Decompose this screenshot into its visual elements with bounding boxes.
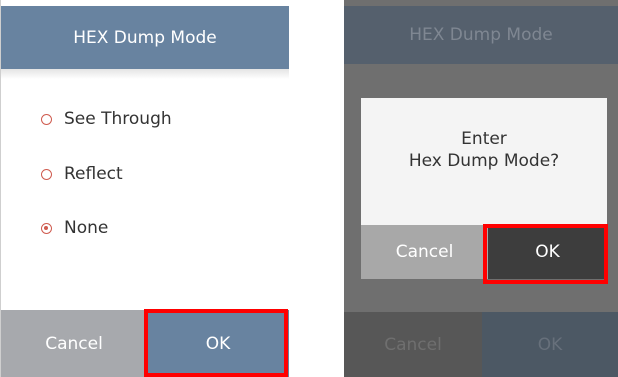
header-shadow bbox=[1, 69, 289, 79]
ok-highlight-box bbox=[144, 309, 288, 377]
dialog-message-line2: Hex Dump Mode? bbox=[408, 151, 560, 171]
option-reflect[interactable]: Reflect bbox=[41, 164, 123, 184]
radio-unchecked-icon bbox=[41, 168, 52, 180]
radio-unchecked-icon bbox=[41, 113, 52, 125]
radio-checked-icon bbox=[41, 222, 52, 234]
option-label: Reflect bbox=[64, 164, 123, 184]
bottom-button-bar-dimmed: Cancel OK bbox=[344, 312, 618, 377]
dialog-message: Enter Hex Dump Mode? bbox=[361, 128, 607, 172]
screen-header: HEX Dump Mode bbox=[1, 6, 289, 69]
screen-title: HEX Dump Mode bbox=[73, 27, 217, 48]
cancel-button-dimmed: Cancel bbox=[344, 312, 482, 377]
option-label: See Through bbox=[64, 109, 172, 129]
confirm-screen: HEX Dump Mode Cancel OK Enter Hex Dump M… bbox=[344, 0, 618, 377]
cancel-button[interactable]: Cancel bbox=[1, 310, 147, 377]
dialog-message-line1: Enter bbox=[461, 129, 507, 149]
screen-title: HEX Dump Mode bbox=[409, 25, 553, 45]
option-none[interactable]: None bbox=[41, 218, 108, 238]
dialog-cancel-button[interactable]: Cancel bbox=[361, 225, 488, 279]
dialog-ok-highlight-box bbox=[483, 224, 608, 284]
ok-button-dimmed: OK bbox=[482, 312, 618, 377]
option-label: None bbox=[64, 218, 109, 238]
option-see-through[interactable]: See Through bbox=[41, 109, 172, 129]
screen-header-dimmed: HEX Dump Mode bbox=[344, 6, 618, 64]
